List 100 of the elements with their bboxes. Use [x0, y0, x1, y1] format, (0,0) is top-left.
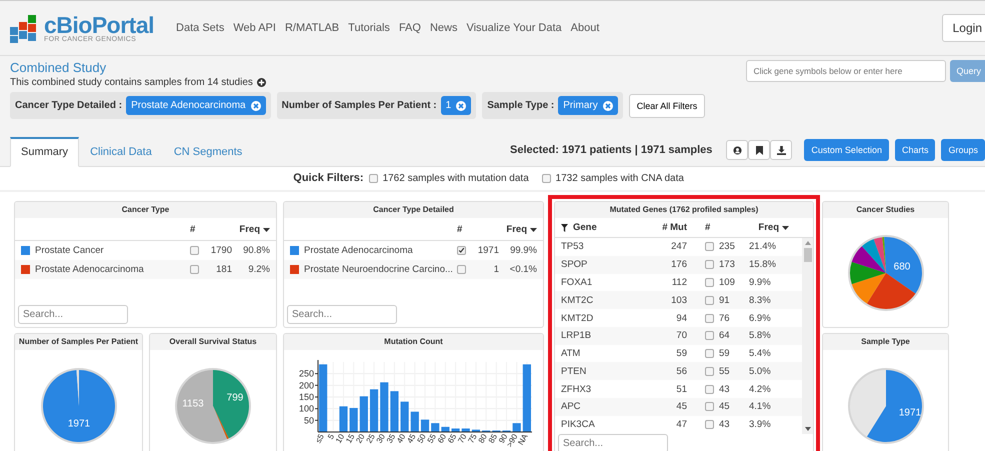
tick-label: 30 [374, 432, 387, 445]
filter-chip[interactable]: 1 [440, 96, 472, 115]
slice-label: 1153 [182, 398, 204, 410]
action-button[interactable]: Groups [941, 139, 985, 161]
action-button[interactable]: Custom Selection [804, 139, 889, 161]
panel-title: Overall Survival Status [150, 334, 276, 350]
table-cell-text: FOXA1 [561, 276, 594, 288]
table-cell-text: 51 [675, 384, 687, 395]
table-cell-text: 103 [670, 294, 687, 306]
table-cell-text: 247 [670, 241, 687, 252]
table-cell-text: 94 [675, 312, 687, 324]
filter-chip[interactable]: Primary [558, 96, 618, 115]
column-header[interactable]: Freq [232, 224, 270, 235]
table-cell-text: 45 [675, 401, 687, 412]
nav-link[interactable]: R/MATLAB [284, 22, 340, 34]
table-cell: 64 [719, 330, 730, 342]
tab[interactable]: CN Segments [162, 138, 254, 167]
table-cell: 59 [719, 348, 730, 360]
tick-label: 20 [354, 432, 367, 445]
panel-title: Mutation Count [284, 334, 543, 350]
table-cell-text: KMT2D [561, 312, 594, 324]
table-cell: 235 [719, 241, 735, 252]
nav-link[interactable]: FAQ [398, 22, 421, 34]
filter-label: Number of Samples Per Patient : [282, 100, 437, 111]
nav-link[interactable]: Data Sets [176, 22, 224, 34]
table-cell: Prostate Adenocarcinoma [290, 245, 457, 256]
table-cell: 43 [719, 384, 730, 395]
table-cell-text: 56 [675, 366, 687, 377]
tick-label: 150 [298, 392, 314, 402]
logo-title[interactable]: cBioPortal [44, 14, 154, 36]
table-cell-text: 176 [670, 259, 687, 270]
column-header[interactable]: # [705, 222, 739, 233]
table-cell-text: PTEN [561, 366, 588, 377]
quick-filters-label: Quick Filters: [293, 172, 364, 184]
tick-label: 90 [497, 432, 510, 445]
table-cell-text: LRP1B [561, 330, 592, 342]
table-cell-text: 47 [675, 419, 687, 430]
nav-link[interactable]: Tutorials [348, 22, 390, 34]
tick-label: 5 [326, 432, 336, 441]
table-cell-text: 5.4% [748, 348, 772, 360]
table-cell-text: SPOP [561, 259, 588, 270]
table-cell-text: <0.1% [508, 264, 537, 275]
table-cell-text: ZFHX3 [561, 384, 592, 395]
clear-filters-button[interactable]: Clear All Filters [628, 94, 706, 118]
filter-label: Sample Type : [487, 100, 554, 111]
table-cell-text: PIK3CA [561, 419, 596, 430]
table-cell: 43 [719, 419, 730, 430]
table-cell-text: 112 [670, 276, 687, 288]
tick-label: 80 [476, 432, 489, 445]
table-cell: 76 [719, 312, 730, 324]
panel-title: Cancer Type Detailed [284, 202, 543, 218]
column-header[interactable]: # [190, 224, 204, 235]
table-cell-text: 9.2% [247, 264, 270, 275]
filter-chip[interactable]: Prostate Adenocarcinoma [126, 96, 266, 115]
tick-label: 100 [298, 404, 314, 414]
tick-label: 40 [395, 432, 408, 445]
table-cell: 109 [719, 276, 735, 288]
filter-label: Cancer Type Detailed : [15, 100, 122, 111]
tick-label: 15 [344, 432, 356, 445]
table-cell-text: 59 [675, 348, 687, 360]
search-field[interactable]: Search... [287, 305, 397, 324]
tick-label: ≤5 [314, 432, 326, 445]
nav-link[interactable]: News [430, 22, 458, 34]
gene-query-field[interactable]: Click gene symbols below or enter here [746, 60, 946, 82]
tick-label: 35 [384, 432, 398, 445]
slice-label: 1971 [67, 418, 90, 430]
panel-title: Mutated Genes (1762 profiled samples) [555, 202, 813, 218]
nav-link[interactable]: Web API [233, 22, 276, 34]
login-button[interactable]: Login [942, 14, 985, 42]
tick-label: 65 [446, 432, 458, 445]
panel-title: Sample Type [823, 334, 948, 350]
tick-label: NA [516, 432, 530, 447]
tick-label: 50 [304, 415, 314, 426]
nav-link[interactable]: About [570, 22, 600, 34]
checkbox-label: 1732 samples with CNA data [556, 172, 684, 184]
tick-label: 55 [426, 432, 438, 445]
column-header[interactable]: # [457, 224, 471, 235]
nav-link[interactable]: Visualize Your Data [466, 22, 562, 34]
column-header[interactable]: # Mut [633, 222, 687, 233]
table-cell-text: 5.0% [748, 366, 772, 377]
action-button[interactable]: Charts [894, 139, 936, 161]
table-cell-text: 15.8% [748, 259, 777, 270]
search-field[interactable]: Search... [18, 305, 128, 324]
tick-label: 75 [466, 432, 479, 445]
table-cell-text: 6.9% [748, 312, 772, 324]
column-header[interactable]: Freq [499, 224, 537, 235]
panel-title: Cancer Type [15, 202, 276, 218]
search-field[interactable]: Search... [558, 434, 668, 451]
table-cell: Prostate Adenocarcinoma [21, 264, 190, 275]
tick-label: 45 [405, 432, 418, 445]
table-cell: 173 [719, 259, 735, 270]
study-title[interactable]: Combined Study [10, 60, 706, 75]
column-header[interactable]: Gene [561, 222, 633, 233]
tab[interactable]: Summary [10, 137, 80, 167]
tick-label: 70 [456, 432, 469, 445]
table-cell-text: 21.4% [748, 241, 777, 252]
table-cell: Prostate Neuroendocrine Carcino... [290, 264, 457, 275]
tick-label: 10 [334, 432, 346, 445]
column-header[interactable]: Freq [739, 222, 789, 233]
tab[interactable]: Clinical Data [79, 138, 163, 167]
